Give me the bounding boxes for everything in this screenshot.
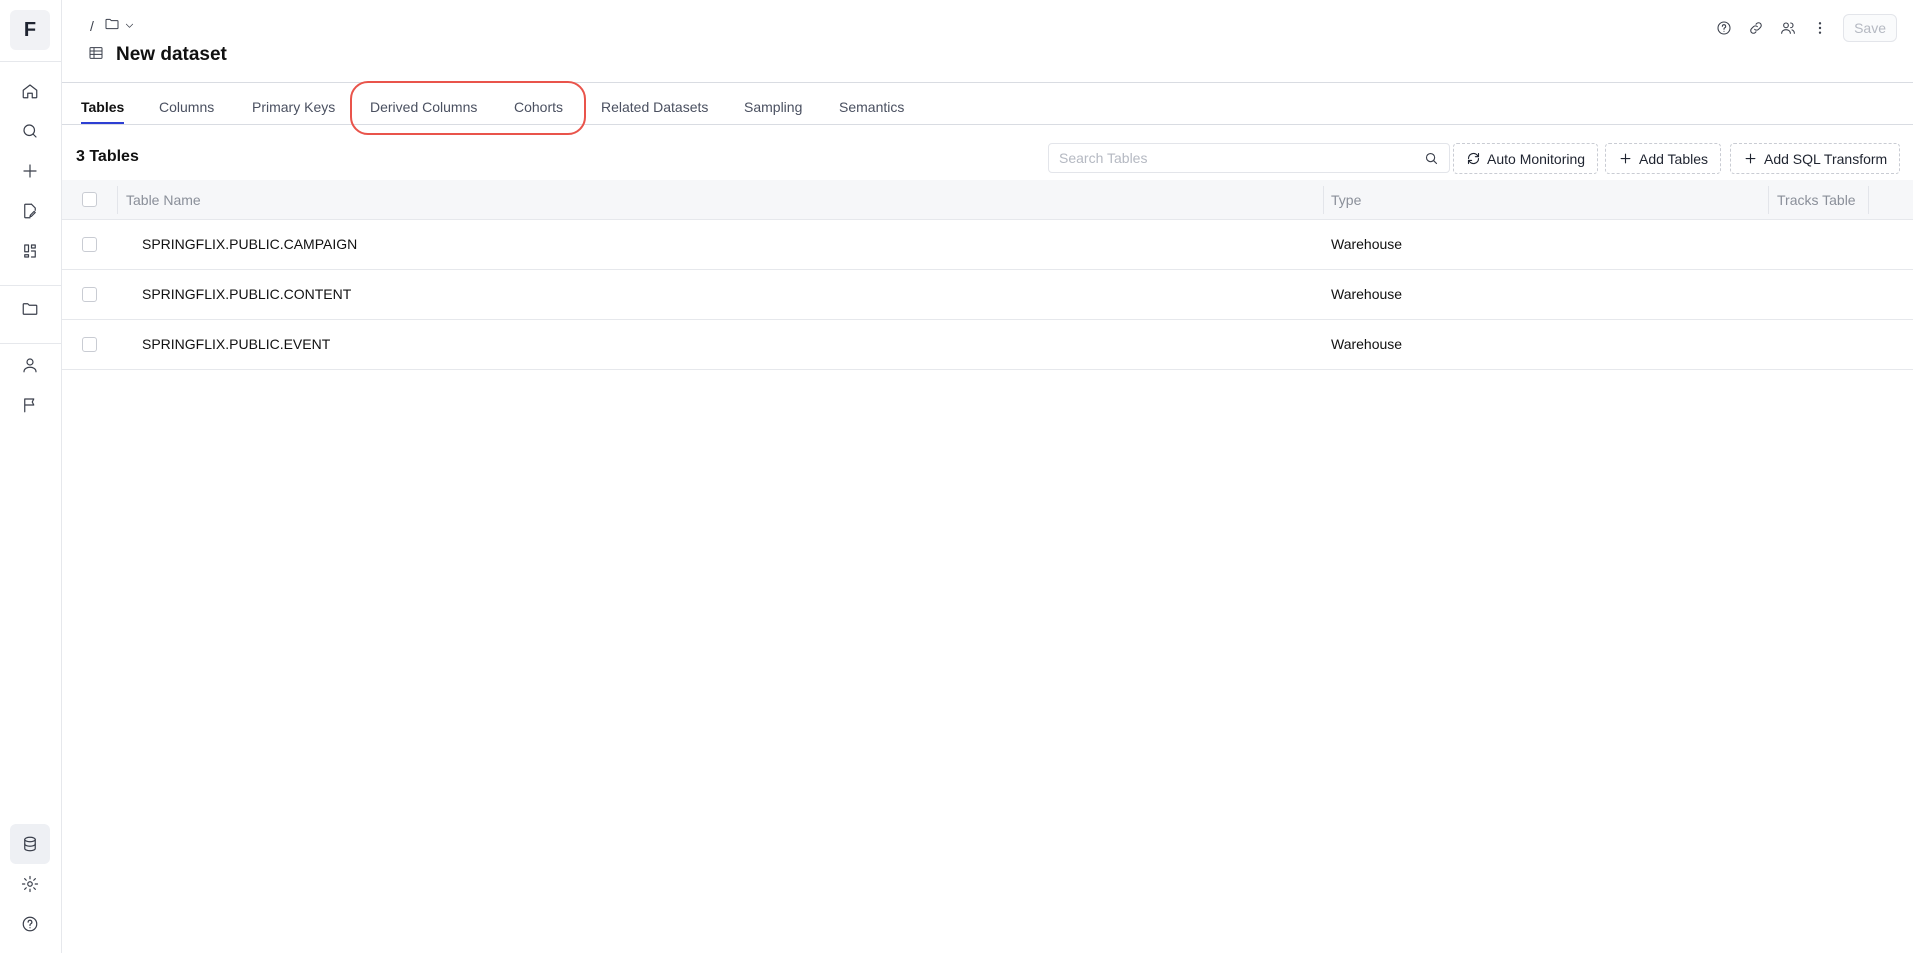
column-separator (117, 186, 118, 214)
row-checkbox[interactable] (82, 287, 97, 302)
tab-derived-columns[interactable]: Derived Columns (370, 99, 477, 115)
column-separator[interactable] (1323, 186, 1324, 214)
tab-sampling[interactable]: Sampling (744, 99, 802, 115)
lab-icon[interactable] (10, 231, 50, 271)
database-icon[interactable] (10, 824, 50, 864)
rail-divider (0, 343, 61, 344)
search-icon[interactable] (1424, 151, 1439, 166)
title-row: New dataset (88, 44, 227, 66)
rail-divider (0, 285, 61, 286)
refresh-icon (1467, 152, 1480, 165)
row-checkbox[interactable] (82, 237, 97, 252)
header-actions: Save (1715, 14, 1897, 42)
tables-grid: Table Name Type Tracks Table SPRINGFLIX.… (62, 180, 1913, 370)
table-name-cell: SPRINGFLIX.PUBLIC.CAMPAIGN (142, 236, 358, 252)
table-row[interactable]: SPRINGFLIX.PUBLIC.EVENT Warehouse (62, 320, 1913, 370)
page-header: / New dataset Save (62, 0, 1913, 83)
more-vertical-icon[interactable] (1811, 19, 1829, 37)
user-icon[interactable] (10, 345, 50, 385)
tab-semantics[interactable]: Semantics (839, 99, 904, 115)
app-logo[interactable]: F (10, 10, 50, 50)
link-icon[interactable] (1747, 19, 1765, 37)
save-button[interactable]: Save (1843, 14, 1897, 42)
add-tables-label: Add Tables (1639, 150, 1709, 167)
plus-icon (1620, 153, 1631, 164)
tab-cohorts[interactable]: Cohorts (514, 99, 563, 115)
table-row[interactable]: SPRINGFLIX.PUBLIC.CAMPAIGN Warehouse (62, 220, 1913, 270)
dataset-icon (88, 45, 104, 66)
home-icon[interactable] (10, 71, 50, 111)
folder-icon[interactable] (10, 289, 50, 329)
breadcrumb: / (90, 16, 135, 35)
breadcrumb-separator: / (90, 17, 94, 34)
add-tables-button[interactable]: Add Tables (1605, 143, 1722, 174)
table-count: 3 Tables (76, 148, 139, 165)
auto-monitoring-label: Auto Monitoring (1487, 150, 1586, 167)
help-icon[interactable] (1715, 19, 1733, 37)
search-icon[interactable] (10, 111, 50, 151)
table-type-cell: Warehouse (1331, 236, 1403, 252)
search-input[interactable] (1049, 144, 1409, 172)
add-sql-transform-button[interactable]: Add SQL Transform (1730, 143, 1901, 174)
table-toolbar: 3 Tables Auto Monitoring Add Tables Add … (62, 140, 1913, 176)
column-separator[interactable] (1768, 186, 1769, 214)
column-separator[interactable] (1868, 186, 1869, 214)
tab-related-datasets[interactable]: Related Datasets (601, 99, 708, 115)
select-all-checkbox[interactable] (82, 192, 97, 207)
table-type-cell: Warehouse (1331, 286, 1403, 302)
table-name-cell: SPRINGFLIX.PUBLIC.CONTENT (142, 286, 352, 302)
gear-icon[interactable] (10, 864, 50, 904)
edit-doc-icon[interactable] (10, 191, 50, 231)
chevron-down-icon[interactable] (125, 18, 135, 34)
tab-primary-keys[interactable]: Primary Keys (252, 99, 335, 115)
plus-icon[interactable] (10, 151, 50, 191)
table-type-cell: Warehouse (1331, 336, 1403, 352)
tab-tables[interactable]: Tables (81, 99, 125, 124)
add-sql-transform-label: Add SQL Transform (1764, 150, 1888, 167)
header-tracks-table[interactable]: Tracks Table (1777, 192, 1856, 208)
nav-rail: F (0, 0, 62, 953)
help-icon[interactable] (10, 904, 50, 944)
auto-monitoring-button[interactable]: Auto Monitoring (1453, 143, 1599, 174)
table-name-cell: SPRINGFLIX.PUBLIC.EVENT (142, 336, 331, 352)
header-table-name[interactable]: Table Name (126, 192, 201, 208)
users-icon[interactable] (1779, 19, 1797, 37)
tab-columns[interactable]: Columns (159, 99, 214, 115)
row-checkbox[interactable] (82, 337, 97, 352)
search-box (1048, 143, 1450, 173)
table-row[interactable]: SPRINGFLIX.PUBLIC.CONTENT Warehouse (62, 270, 1913, 320)
table-header: Table Name Type Tracks Table (62, 180, 1913, 220)
flag-icon[interactable] (10, 385, 50, 425)
rail-divider (0, 61, 61, 62)
plus-icon (1745, 153, 1756, 164)
folder-icon[interactable] (104, 16, 120, 35)
tab-bar: Tables Columns Primary Keys Derived Colu… (62, 83, 1913, 125)
header-type[interactable]: Type (1331, 192, 1361, 208)
page-title[interactable]: New dataset (116, 44, 227, 66)
